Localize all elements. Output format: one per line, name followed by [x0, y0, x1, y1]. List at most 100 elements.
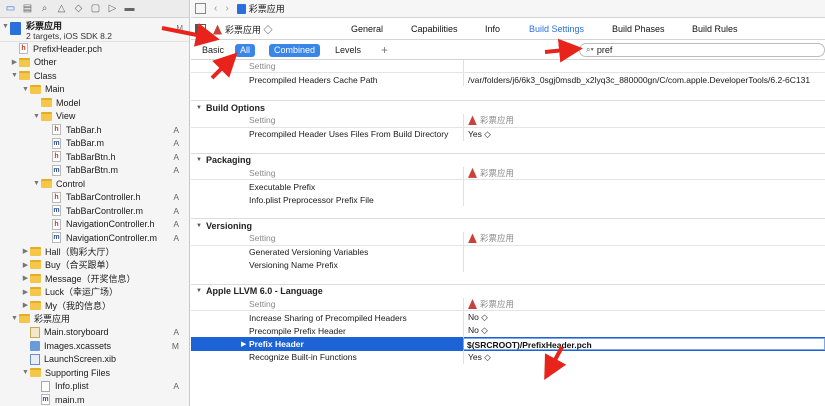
disclosure-triangle-icon[interactable]: ▶ — [21, 261, 30, 269]
folder-icon[interactable]: ▭ — [4, 2, 17, 15]
file-item[interactable]: h TabBarBtn.h A — [0, 150, 189, 164]
disclosure-triangle-icon[interactable]: ▼ — [196, 223, 202, 229]
disclosure-triangle-icon[interactable]: ▼ — [21, 369, 30, 376]
section-header[interactable]: ▼ Packaging — [191, 152, 825, 167]
setting-row[interactable]: Versioning Name Prefix — [191, 258, 825, 272]
filter-basic-button[interactable]: Basic — [197, 44, 229, 57]
test-icon[interactable]: ◇ — [72, 2, 85, 15]
section-header[interactable]: ▼ Build Options — [191, 100, 825, 115]
setting-value[interactable]: 彩票应用 — [468, 167, 514, 179]
file-item[interactable]: h TabBarController.h A — [0, 191, 189, 205]
folder-item[interactable]: ▼ Control — [0, 177, 189, 191]
column-header-row[interactable]: Setting — [191, 60, 825, 74]
file-item[interactable]: m TabBarController.m A — [0, 204, 189, 218]
disclosure-triangle-icon[interactable]: ▼ — [32, 113, 41, 120]
forward-arrow-icon[interactable]: › — [225, 3, 228, 14]
column-header-row[interactable]: Setting 彩票应用 — [191, 232, 825, 246]
tab-general[interactable]: General — [351, 24, 383, 34]
disclosure-triangle-icon[interactable]: ▼ — [196, 288, 202, 294]
tab-build-phases[interactable]: Build Phases — [612, 24, 665, 34]
setting-row[interactable]: Precompiled Headers Cache Path/var/folde… — [191, 73, 825, 87]
tab-capabilities[interactable]: Capabilities — [411, 24, 458, 34]
folder-item[interactable]: Model — [0, 96, 189, 110]
setting-value[interactable]: /var/folders/j6/6k3_0sgj0msdb_x2lyq3c_88… — [468, 75, 810, 85]
file-item[interactable]: Info.plist A — [0, 380, 189, 394]
folder-item[interactable]: ▶ Buy（合买跟单） — [0, 258, 189, 272]
disclosure-triangle-icon[interactable]: ▶ — [21, 301, 30, 309]
report-icon[interactable]: ▬ — [123, 2, 136, 15]
source-control-icon[interactable]: ▤ — [21, 2, 34, 15]
filter-combined-button[interactable]: Combined — [269, 44, 321, 57]
setting-value[interactable]: No ◇ — [468, 325, 488, 336]
folder-item[interactable]: ▼ Class — [0, 69, 189, 83]
file-item[interactable]: m NavigationController.m A — [0, 231, 189, 245]
disclosure-triangle-icon[interactable]: ▼ — [196, 157, 202, 163]
back-arrow-icon[interactable]: ‹ — [214, 3, 217, 14]
section-header[interactable]: ▼ Apple LLVM 6.0 - Language — [191, 283, 825, 298]
add-setting-button[interactable]: + — [381, 43, 388, 57]
setting-row[interactable]: Recognize Built-in Functions Yes ◇ — [191, 350, 825, 364]
search-icon[interactable]: ⌕ — [38, 2, 51, 15]
disclosure-triangle-icon[interactable]: ▼ — [21, 86, 30, 93]
disclosure-triangle-icon[interactable]: ▼ — [32, 180, 41, 187]
setting-value[interactable]: Yes ◇ — [468, 352, 491, 363]
disclosure-triangle-icon[interactable]: ▶ — [21, 288, 30, 296]
folder-item[interactable]: ▶ Hall（购彩大厅） — [0, 245, 189, 259]
file-item[interactable]: h TabBar.h A — [0, 123, 189, 137]
setting-row[interactable]: Precompiled Header Uses Files From Build… — [191, 127, 825, 141]
file-item[interactable]: m main.m — [0, 393, 189, 406]
setting-row[interactable]: Executable Prefix — [191, 179, 825, 194]
setting-value[interactable]: 彩票应用 — [468, 298, 514, 310]
filter-all-button[interactable]: All — [235, 44, 256, 57]
disclosure-triangle-icon[interactable]: ▶ — [21, 274, 30, 282]
settings-search-field[interactable]: ⌕▾ pref — [579, 43, 825, 57]
setting-row[interactable]: Increase Sharing of Precompiled Headers N… — [191, 311, 825, 325]
column-header-row[interactable]: Setting 彩票应用 — [191, 114, 825, 128]
setting-value[interactable]: Yes ◇ — [468, 129, 491, 140]
setting-row[interactable]: Generated Versioning Variables — [191, 245, 825, 259]
column-header-row[interactable]: Setting 彩票应用 — [191, 166, 825, 180]
file-item[interactable]: LaunchScreen.xib — [0, 353, 189, 367]
disclosure-triangle-icon[interactable]: ▼ — [10, 315, 19, 322]
disclosure-triangle-icon[interactable]: ▶ — [21, 247, 30, 255]
file-item[interactable]: m TabBarBtn.m A — [0, 164, 189, 178]
section-header[interactable]: ▼ Versioning — [191, 218, 825, 233]
breadcrumb[interactable]: 彩票应用 — [236, 2, 285, 15]
project-root-item[interactable]: ▼ 彩票应用 2 targets, iOS SDK 8.2 M — [0, 18, 189, 42]
folder-item[interactable]: ▶ My（我的信息） — [0, 299, 189, 313]
disclosure-triangle-icon[interactable]: ▶ — [10, 58, 19, 66]
folder-item[interactable]: ▼ Supporting Files — [0, 366, 189, 380]
file-item[interactable]: m TabBar.m A — [0, 137, 189, 151]
disclosure-triangle-icon[interactable]: ▶ — [241, 340, 246, 348]
column-header-row[interactable]: Setting 彩票应用 — [191, 297, 825, 312]
breakpoint-icon[interactable]: ▷ — [106, 2, 119, 15]
file-item[interactable]: Main.storyboard A — [0, 326, 189, 340]
file-item[interactable]: Images.xcassets M — [0, 339, 189, 353]
disclosure-triangle-icon[interactable]: ▼ — [196, 105, 202, 111]
setting-row[interactable]: Info.plist Preprocessor Prefix File — [191, 193, 825, 207]
file-item[interactable]: h NavigationController.h A — [0, 218, 189, 232]
folder-item[interactable]: ▶ Other — [0, 56, 189, 70]
setting-value-input[interactable]: $(SRCROOT)/PrefixHeader.pch — [463, 338, 825, 351]
folder-item[interactable]: ▶ Message（开奖信息） — [0, 272, 189, 286]
file-item[interactable]: h PrefixHeader.pch — [0, 42, 189, 56]
folder-item[interactable]: ▶ Luck（幸运广场） — [0, 285, 189, 299]
tab-info[interactable]: Info — [485, 24, 500, 34]
disclosure-triangle-icon[interactable]: ▼ — [2, 23, 10, 30]
setting-value[interactable]: 彩票应用 — [468, 114, 514, 126]
related-items-icon[interactable] — [195, 3, 206, 14]
debug-icon[interactable]: ▢ — [89, 2, 102, 15]
sidebar-toggle-icon[interactable] — [195, 24, 206, 34]
tab-build-rules[interactable]: Build Rules — [692, 24, 738, 34]
folder-item[interactable]: ▼ Main — [0, 83, 189, 97]
setting-value[interactable]: No ◇ — [468, 312, 488, 323]
tab-build-settings[interactable]: Build Settings — [529, 24, 584, 34]
folder-item[interactable]: ▼ View — [0, 110, 189, 124]
folder-item[interactable]: ▼ 彩票应用 — [0, 312, 189, 326]
setting-row-selected[interactable]: ▶ Prefix Header $(SRCROOT)/PrefixHeader.pc… — [191, 337, 825, 351]
setting-row[interactable]: Precompile Prefix Header No ◇ — [191, 324, 825, 338]
target-selector[interactable]: 彩票应用 ◇ — [213, 23, 273, 36]
setting-value[interactable]: 彩票应用 — [468, 232, 514, 244]
warning-icon[interactable]: △ — [55, 2, 68, 15]
disclosure-triangle-icon[interactable]: ▼ — [10, 72, 19, 79]
